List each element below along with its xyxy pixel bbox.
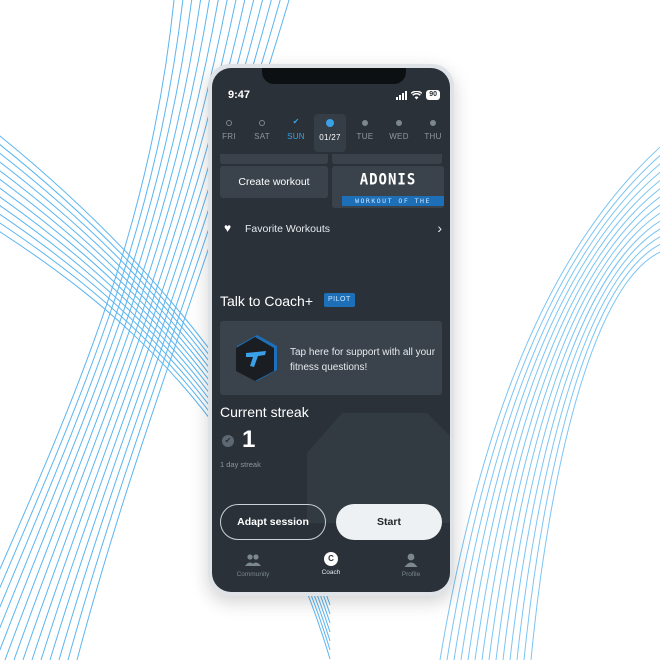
day-label: TUE [356, 132, 374, 141]
coach-icon: C [324, 552, 338, 566]
background-line [474, 188, 660, 660]
community-icon [245, 554, 261, 566]
battery-icon: 90 [426, 90, 440, 100]
phone-notch [262, 68, 406, 84]
day-status-dot [362, 120, 368, 126]
coach-section-title: Talk to Coach+ [220, 293, 313, 309]
background-line [488, 204, 660, 660]
wifi-icon [411, 90, 423, 99]
nav-label: Coach [321, 569, 341, 576]
day-status-dot [326, 119, 334, 127]
tile-peek-left [220, 154, 328, 164]
nav-community[interactable]: Community [218, 552, 288, 578]
day-status-dot [259, 120, 265, 126]
day-label: SAT [254, 132, 270, 141]
background-line [523, 244, 660, 660]
streak-check-icon: ✔ [222, 435, 234, 447]
profile-icon [404, 553, 418, 567]
nav-label: Community [236, 571, 270, 578]
coach-hexagon-icon [236, 335, 277, 381]
day-today[interactable]: 01/27 [314, 114, 346, 152]
streak-subtitle: 1 day streak [220, 460, 261, 469]
scrolled-tiles [220, 154, 442, 164]
favorite-workouts-label: Favorite Workouts [245, 223, 330, 235]
day-status-dot [226, 120, 232, 126]
day-label: WED [389, 132, 409, 141]
coach-support-card[interactable]: Tap here for support with all your fitne… [220, 321, 442, 395]
chevron-right-icon: › [437, 220, 442, 236]
bottom-nav: Community C Coach Profile [212, 548, 450, 592]
day-label: 01/27 [319, 133, 341, 142]
day-label: SUN [287, 132, 305, 141]
week-strip: FRI SAT ✔ SUN 01/27 TUE WED THU [212, 114, 450, 152]
background-line [4, 0, 219, 660]
coach-card-text: Tap here for support with all your fitne… [290, 347, 436, 373]
workout-of-week-tag: WORKOUT OF THE WEEK [342, 196, 444, 208]
app-screen: 9:47 90 FRI SAT ✔ SUN 01/27 TUE WED THU … [212, 68, 450, 592]
check-icon: ✔ [292, 117, 300, 126]
status-icons: 90 [396, 89, 440, 101]
phone-frame: 9:47 90 FRI SAT ✔ SUN 01/27 TUE WED THU … [208, 64, 454, 596]
background-line [13, 0, 228, 660]
day-wed[interactable]: WED [383, 114, 415, 152]
status-time: 9:47 [228, 89, 251, 101]
workout-of-the-week-card[interactable]: ADONIS WORKOUT OF THE WEEK [332, 166, 444, 208]
streak-title: Current streak [220, 404, 309, 420]
nav-label: Profile [401, 571, 421, 578]
tile-peek-right [332, 154, 442, 164]
day-label: THU [424, 132, 442, 141]
day-status-dot [430, 120, 436, 126]
start-button[interactable]: Start [336, 504, 442, 540]
background-line [467, 180, 660, 660]
pilot-badge: PILOT [324, 293, 355, 307]
day-tue[interactable]: TUE [349, 114, 381, 152]
adapt-session-button[interactable]: Adapt session [220, 504, 326, 540]
workout-name: ADONIS [359, 170, 417, 190]
heart-icon: ♥ [224, 221, 232, 235]
day-status-dot [396, 120, 402, 126]
day-sat[interactable]: SAT [246, 114, 278, 152]
day-thu[interactable]: THU [417, 114, 449, 152]
background-line [0, 0, 184, 589]
background-line [446, 154, 660, 660]
background-line [0, 0, 193, 609]
favorite-workouts-row[interactable]: ♥ Favorite Workouts › [220, 218, 444, 240]
day-label: FRI [222, 132, 236, 141]
background-line [509, 228, 660, 660]
nav-coach[interactable]: C Coach [296, 552, 366, 576]
streak-count: 1 [242, 426, 256, 453]
signal-icon [396, 90, 408, 100]
day-fri[interactable]: FRI [213, 114, 245, 152]
day-sun[interactable]: ✔ SUN [280, 114, 312, 152]
background-line [0, 0, 201, 629]
create-workout-button[interactable]: Create workout [220, 166, 328, 198]
nav-profile[interactable]: Profile [376, 552, 446, 578]
